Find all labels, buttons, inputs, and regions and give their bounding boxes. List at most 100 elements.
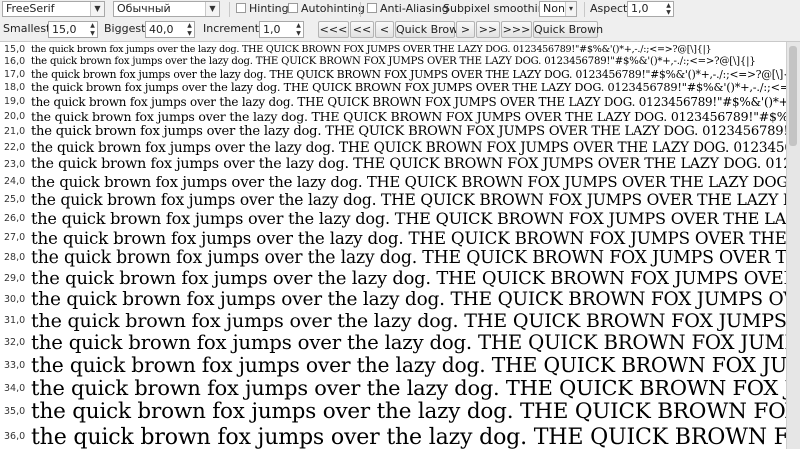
sample-row: 36,0 the quick brown fox jumps over the l… (0, 424, 786, 449)
toolbar-separator (229, 2, 230, 17)
checkbox-icon (236, 3, 246, 13)
scrollbar-thumb[interactable] (789, 46, 797, 146)
sample-row: 35,0 the quick brown fox jumps over the l… (0, 400, 786, 424)
sample-row: 17,0 the quick brown fox jumps over the l… (0, 68, 786, 81)
increment-value: 1,0 (263, 23, 281, 36)
chevron-down-icon: ▼ (90, 2, 104, 16)
aspect-spinbox[interactable]: 1,0 ▲ ▼ (627, 1, 674, 17)
row-sample-text: the quick brown fox jumps over the lazy … (31, 332, 786, 354)
row-sample-text: the quick brown fox jumps over the lazy … (31, 191, 786, 209)
smallest-value: 15,0 (52, 23, 77, 36)
spin-down-icon[interactable]: ▼ (664, 9, 673, 16)
row-size-label: 22,0 (4, 142, 26, 153)
row-sample-text: the quick brown fox jumps over the lazy … (31, 140, 786, 156)
sample-row: 19,0 the quick brown fox jumps over the l… (0, 95, 786, 109)
toolbar-top: FreeSerif ▼ Обычный ▼ Hinting Autohintin… (0, 0, 800, 19)
smallest-label: Smallest: (3, 22, 55, 35)
sample-row: 15,0 the quick brown fox jumps over the l… (0, 44, 786, 56)
row-size-label: 27,0 (4, 232, 26, 243)
spin-up-icon[interactable]: ▲ (294, 22, 303, 29)
first-page-button[interactable]: <<< (318, 21, 349, 38)
increment-label: Increment: (203, 22, 263, 35)
checkbox-icon (367, 3, 377, 13)
sample-row: 16,0 the quick brown fox jumps over the l… (0, 56, 786, 68)
biggest-spinbox[interactable]: 40,0 ▲ ▼ (145, 21, 195, 38)
row-sample-text: the quick brown fox jumps over the lazy … (31, 424, 786, 449)
font-family-select[interactable]: FreeSerif ▼ (2, 1, 105, 17)
row-size-label: 26,0 (4, 213, 26, 224)
sample-row: 22,0 the quick brown fox jumps over the l… (0, 140, 786, 156)
sample-row: 27,0 the quick brown fox jumps over the l… (0, 228, 786, 248)
sample-row: 20,0 the quick brown fox jumps over the l… (0, 109, 786, 124)
sample-row: 29,0 the quick brown fox jumps over the l… (0, 268, 786, 289)
row-size-label: 32,0 (4, 337, 26, 348)
biggest-label: Biggest: (104, 22, 150, 35)
hinting-checkbox[interactable]: Hinting (236, 2, 289, 16)
font-style-select[interactable]: Обычный ▼ (113, 1, 220, 17)
row-sample-text: the quick brown fox jumps over the lazy … (31, 289, 786, 310)
sample-row: 25,0 the quick brown fox jumps over the l… (0, 191, 786, 209)
sample-row: 23,0 the quick brown fox jumps over the l… (0, 156, 786, 173)
spin-up-icon[interactable]: ▲ (664, 2, 673, 9)
row-size-label: 36,0 (4, 431, 26, 442)
sample-row: 24,0 the quick brown fox jumps over the l… (0, 173, 786, 191)
chevron-down-icon: ▼ (205, 2, 219, 16)
sample-row: 32,0 the quick brown fox jumps over the l… (0, 332, 786, 354)
row-size-label: 28,0 (4, 252, 26, 263)
next-page-button[interactable]: >> (476, 21, 500, 38)
row-sample-text: the quick brown fox jumps over the lazy … (31, 56, 756, 67)
sample-row: 33,0 the quick brown fox jumps over the l… (0, 354, 786, 377)
row-sample-text: the quick brown fox jumps over the lazy … (31, 268, 786, 289)
row-size-label: 18,0 (4, 82, 26, 93)
biggest-value: 40,0 (149, 23, 174, 36)
row-sample-text: the quick brown fox jumps over the lazy … (31, 95, 786, 109)
row-sample-text: the quick brown fox jumps over the lazy … (31, 400, 786, 424)
antialiasing-checkbox[interactable]: Anti-Aliasing (367, 2, 449, 16)
prev-button[interactable]: < (375, 21, 394, 38)
row-sample-text: the quick brown fox jumps over the lazy … (31, 354, 786, 377)
autohinting-checkbox[interactable]: Autohinting (288, 2, 365, 16)
hinting-label: Hinting (249, 2, 289, 15)
row-size-label: 21,0 (4, 126, 26, 137)
font-sample-view[interactable]: 15,0 the quick brown fox jumps over the l… (0, 42, 786, 449)
row-sample-text: the quick brown fox jumps over the lazy … (31, 377, 786, 400)
row-size-label: 19,0 (4, 96, 26, 107)
row-size-label: 31,0 (4, 315, 26, 326)
sample-row: 34,0 the quick brown fox jumps over the l… (0, 377, 786, 400)
last-page-button[interactable]: >>> (501, 21, 532, 38)
sample-row: 30,0 the quick brown fox jumps over the l… (0, 289, 786, 310)
smallest-spinbox[interactable]: 15,0 ▲ ▼ (48, 21, 98, 38)
row-sample-text: the quick brown fox jumps over the lazy … (31, 68, 786, 81)
row-sample-text: the quick brown fox jumps over the lazy … (31, 228, 786, 248)
row-size-label: 35,0 (4, 406, 26, 417)
spin-up-icon[interactable]: ▲ (185, 22, 194, 29)
spin-down-icon[interactable]: ▼ (185, 30, 194, 37)
row-sample-text: the quick brown fox jumps over the lazy … (31, 81, 786, 94)
row-sample-text: the quick brown fox jumps over the lazy … (31, 248, 786, 268)
row-size-label: 20,0 (4, 111, 26, 122)
row-sample-text: the quick brown fox jumps over the lazy … (31, 109, 786, 124)
quick-brown-button[interactable]: Quick Brown (395, 21, 465, 38)
quick-brown-button-2[interactable]: Quick Brown (533, 21, 603, 38)
row-sample-text: the quick brown fox jumps over the lazy … (31, 44, 712, 55)
vertical-scrollbar[interactable] (786, 42, 800, 449)
sample-row: 21,0 the quick brown fox jumps over the l… (0, 124, 786, 140)
row-size-label: 24,0 (4, 176, 26, 187)
row-size-label: 29,0 (4, 273, 26, 284)
prev-page-button[interactable]: << (350, 21, 374, 38)
row-sample-text: the quick brown fox jumps over the lazy … (31, 124, 786, 139)
font-style-value: Обычный (117, 2, 171, 15)
spin-down-icon[interactable]: ▼ (88, 30, 97, 37)
subpixel-select[interactable]: None ▾ (539, 1, 577, 17)
row-sample-text: the quick brown fox jumps over the lazy … (31, 173, 786, 191)
row-size-label: 23,0 (4, 159, 26, 170)
row-sample-text: the quick brown fox jumps over the lazy … (31, 156, 786, 172)
chevron-down-icon: ▾ (565, 2, 576, 16)
next-button[interactable]: > (456, 21, 475, 38)
increment-spinbox[interactable]: 1,0 ▲ ▼ (259, 21, 304, 38)
spin-down-icon[interactable]: ▼ (294, 30, 303, 37)
toolbar-separator (584, 2, 585, 17)
spin-up-icon[interactable]: ▲ (88, 22, 97, 29)
row-size-label: 15,0 (4, 44, 26, 55)
row-size-label: 25,0 (4, 194, 26, 205)
